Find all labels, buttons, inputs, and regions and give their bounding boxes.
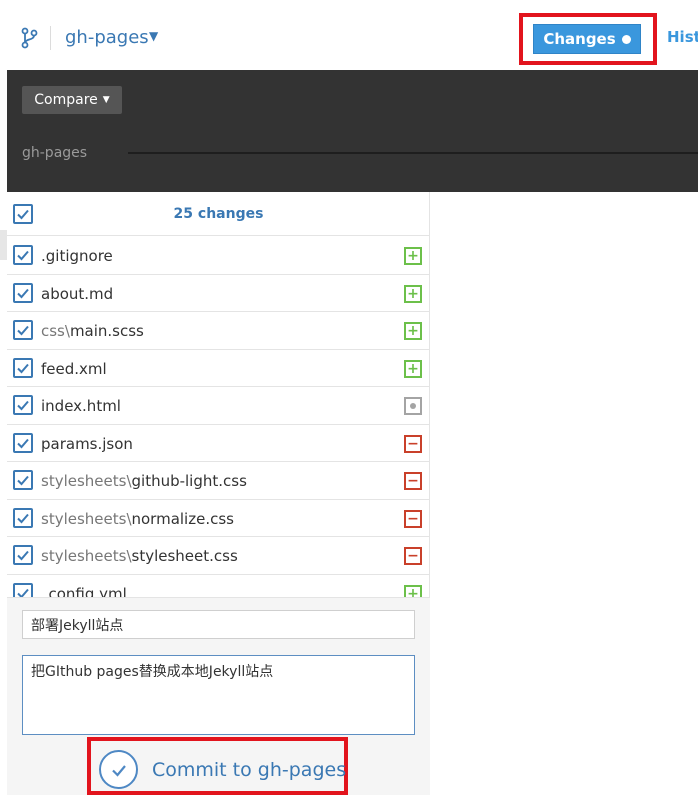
branch-selector[interactable]: gh-pages xyxy=(65,27,149,48)
file-name: index.html xyxy=(41,397,121,415)
file-name: main.scss xyxy=(69,322,144,340)
branch-icon[interactable] xyxy=(18,26,40,50)
file-row[interactable]: _config.yml + xyxy=(7,575,430,598)
compare-button[interactable]: Compare ▼ xyxy=(22,86,122,114)
file-checkbox[interactable] xyxy=(13,357,33,378)
file-path: stylesheets\normalize.css xyxy=(41,510,234,528)
file-checkbox[interactable] xyxy=(13,507,33,528)
check-icon xyxy=(17,588,29,597)
tab-history[interactable]: Hist xyxy=(667,28,698,46)
changed-files-list: .gitignore + about.md + css\main.scss + feed.x… xyxy=(7,237,430,597)
chevron-down-icon[interactable]: ▼ xyxy=(149,29,158,43)
file-checkbox[interactable] xyxy=(13,470,33,490)
deleted-icon: − xyxy=(404,547,422,565)
file-name: about.md xyxy=(41,284,114,303)
check-icon xyxy=(17,513,29,523)
file-checkbox[interactable] xyxy=(13,320,33,340)
commit-summary-input[interactable] xyxy=(22,610,415,639)
check-icon xyxy=(17,288,29,298)
commit-description-input[interactable]: 把GIthub pages替换成本地Jekyll站点 xyxy=(22,655,415,735)
chevron-down-icon: ▼ xyxy=(102,95,110,105)
deleted-icon: − xyxy=(404,434,422,453)
file-path: stylesheets\github-light.css xyxy=(41,472,247,490)
file-path: _config.yml xyxy=(41,585,127,598)
added-icon: + xyxy=(404,584,422,597)
added-icon: + xyxy=(404,247,422,265)
file-checkbox[interactable] xyxy=(13,395,33,415)
file-row[interactable]: css\main.scss + xyxy=(7,312,430,350)
commit-button[interactable]: Commit to gh-pages xyxy=(99,750,346,789)
file-checkbox[interactable] xyxy=(13,545,33,565)
file-directory: stylesheets\ xyxy=(41,547,132,565)
check-icon xyxy=(17,438,29,448)
commit-button-label: Commit to gh-pages xyxy=(152,758,347,781)
file-name: _config.yml xyxy=(41,584,127,598)
checkmark-circle-icon xyxy=(99,750,138,789)
check-icon xyxy=(17,250,29,261)
file-row[interactable]: stylesheets\github-light.css − xyxy=(7,462,430,500)
file-path: about.md xyxy=(41,285,113,303)
file-name: feed.xml xyxy=(41,359,107,378)
check-icon xyxy=(17,550,29,561)
panel-edge xyxy=(0,230,7,260)
check-icon xyxy=(17,363,29,373)
file-directory: stylesheets\ xyxy=(41,509,132,528)
file-name: params.json xyxy=(41,434,133,453)
file-row[interactable]: .gitignore + xyxy=(7,237,430,275)
file-row[interactable]: stylesheets\stylesheet.css − xyxy=(7,537,430,575)
file-row[interactable]: stylesheets\normalize.css − xyxy=(7,500,430,537)
app-header: gh-pages ▼ Changes Hist xyxy=(0,0,698,70)
file-row[interactable]: params.json − xyxy=(7,425,430,462)
file-row[interactable]: feed.xml + xyxy=(7,350,430,387)
timeline-branch-label: gh-pages xyxy=(22,145,88,161)
file-path: stylesheets\stylesheet.css xyxy=(41,547,238,565)
check-icon xyxy=(17,475,29,486)
check-icon xyxy=(17,325,29,336)
file-checkbox[interactable] xyxy=(13,245,33,265)
file-path: params.json xyxy=(41,435,133,453)
modified-icon xyxy=(404,397,422,415)
file-row[interactable]: index.html xyxy=(7,387,430,425)
file-name: normalize.css xyxy=(131,509,234,528)
added-icon: + xyxy=(404,359,422,378)
file-path: feed.xml xyxy=(41,360,107,378)
file-checkbox[interactable] xyxy=(13,582,33,597)
timeline-line xyxy=(128,152,698,154)
file-name: github-light.css xyxy=(131,472,247,490)
compare-button-label: Compare xyxy=(34,92,98,108)
deleted-icon: − xyxy=(404,509,422,528)
file-directory: css\ xyxy=(41,322,70,340)
deleted-icon: − xyxy=(404,472,422,490)
tab-changes-label: Changes xyxy=(543,30,616,48)
file-checkbox[interactable] xyxy=(13,282,33,303)
check-icon xyxy=(17,400,29,411)
file-directory: stylesheets\ xyxy=(41,472,132,490)
file-row[interactable]: about.md + xyxy=(7,275,430,312)
tab-changes[interactable]: Changes xyxy=(533,24,641,54)
file-name: .gitignore xyxy=(41,247,113,265)
file-path: index.html xyxy=(41,397,121,415)
changes-indicator-dot xyxy=(621,34,631,44)
added-icon: + xyxy=(404,284,422,303)
changes-header: 25 changes xyxy=(7,196,430,236)
header-divider xyxy=(50,26,51,50)
file-checkbox[interactable] xyxy=(13,432,33,453)
added-icon: + xyxy=(404,322,422,340)
file-path: css\main.scss xyxy=(41,322,144,340)
file-path: .gitignore xyxy=(41,247,113,265)
file-name: stylesheet.css xyxy=(131,547,238,565)
changes-count: 25 changes xyxy=(173,206,264,222)
